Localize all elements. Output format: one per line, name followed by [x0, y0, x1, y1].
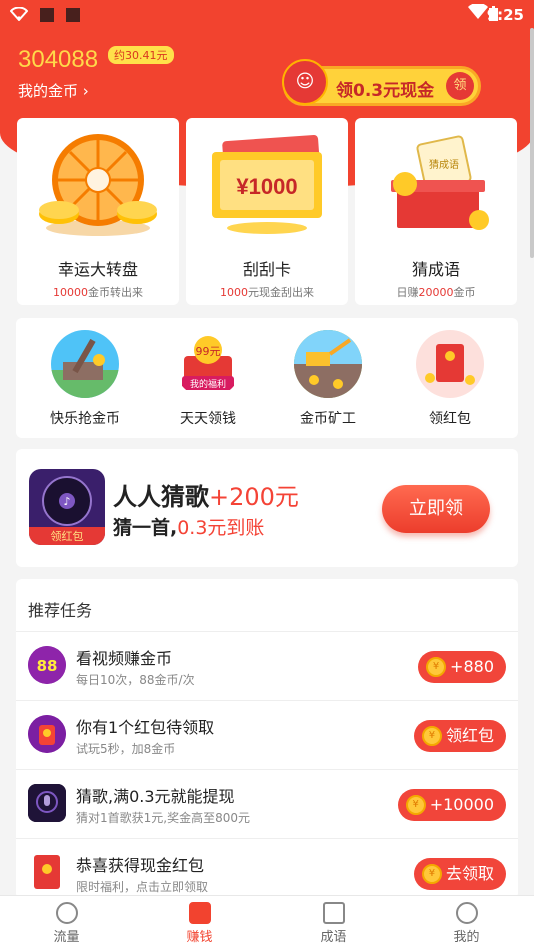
svg-text:88: 88 [37, 657, 58, 675]
bottom-nav: 流量 赚钱 成语 我的 [0, 895, 534, 949]
user-icon [455, 902, 478, 924]
red-envelope-icon [28, 715, 66, 753]
task-name: 猜歌,满0.3元就能提现 [76, 787, 235, 806]
red-packet-icon [416, 330, 484, 398]
coin-balance: 304088 [18, 46, 99, 73]
svg-text:♪: ♪ [63, 495, 70, 508]
coin-value-badge: 约30.41元 [108, 46, 174, 64]
idiom-box-icon: 猜成语 [375, 130, 497, 240]
svg-text:领红包: 领红包 [51, 530, 84, 543]
vinyl-disc-icon: ♪ 领红包 [29, 469, 105, 545]
recommended-tasks: 推荐任务 88 看视频赚金币 每日10次，88金币/次 ¥ +880 你有1个红包… [16, 579, 518, 899]
cash-red-packet-icon [28, 853, 66, 891]
promo-title: 人人猜歌+200元 [113, 483, 299, 511]
shortcut-label: 领红包 [429, 411, 471, 427]
shortcut-red-packet[interactable]: 领红包 [400, 330, 500, 428]
cash-claim-button[interactable]: 领 [446, 72, 474, 100]
game-card-idiom[interactable]: 猜成语 猜成语 日赚20000金币 [355, 118, 517, 305]
mascot-icon: ☺ [282, 59, 328, 105]
task-desc: 限时福利，点击立即领取 [76, 880, 209, 894]
task-action-button[interactable]: ¥ +10000 [397, 789, 506, 821]
promo-subtitle: 猜一首,0.3元到账 [113, 517, 265, 539]
shortcut-grab-coins[interactable]: 快乐抢金币 [35, 330, 135, 428]
task-name: 恭喜获得现金红包 [76, 856, 205, 875]
clock: 9:25 [486, 6, 524, 24]
tab-idiom[interactable]: 成语 [267, 896, 400, 949]
tab-label: 成语 [320, 930, 347, 945]
wifi-icon [9, 6, 29, 25]
tab-label: 我的 [453, 930, 480, 945]
task-action-button[interactable]: ¥ 去领取 [413, 858, 506, 890]
task-row[interactable]: 恭喜获得现金红包 限时福利，点击立即领取 ¥ 去领取 [16, 838, 518, 899]
game-card-scratch[interactable]: ¥1000 刮刮卡 1000元现金刮出来 [186, 118, 348, 305]
svg-text:¥1000: ¥1000 [236, 174, 297, 199]
my-coins-link[interactable]: 我的金币 › [18, 80, 89, 101]
tasks-heading: 推荐任务 [28, 601, 93, 620]
planet-icon [55, 902, 78, 924]
tab-traffic[interactable]: 流量 [0, 896, 133, 949]
task-name: 看视频赚金币 [76, 649, 173, 668]
shortcut-daily-money[interactable]: 99元我的福利 天天领钱 [158, 330, 258, 428]
task-name: 你有1个红包待领取 [76, 718, 215, 737]
coin-icon: ¥ [426, 657, 447, 677]
task-desc: 试玩5秒，加8金币 [76, 742, 176, 756]
game-subtitle: 10000金币转出来 [53, 286, 143, 299]
gold-miner-icon [294, 330, 362, 398]
notification-icon [40, 8, 54, 22]
shortcut-label: 快乐抢金币 [50, 411, 120, 427]
signal-icon [468, 2, 488, 24]
task-action-button[interactable]: ¥ +880 [418, 651, 506, 683]
guess-song-promo[interactable]: ♪ 领红包 人人猜歌+200元 猜一首,0.3元到账 立即领 [16, 449, 518, 567]
video-88-icon: 88 [28, 646, 66, 684]
svg-text:我的福利: 我的福利 [190, 378, 226, 390]
book-icon [322, 902, 345, 924]
svg-text:猜成语: 猜成语 [429, 158, 459, 171]
tab-label: 赚钱 [186, 930, 213, 945]
cash-banner[interactable]: ☺ 领0.3元现金 领 [282, 59, 481, 106]
coin-icon: ¥ [421, 864, 442, 884]
lucky-wheel-icon [37, 130, 159, 240]
shortcut-label: 金币矿工 [300, 411, 356, 427]
game-title: 猜成语 [411, 260, 460, 279]
coin-icon: ¥ [405, 795, 426, 815]
treasure-shovel-icon [51, 330, 119, 398]
svg-text:99元: 99元 [196, 345, 221, 358]
game-title: 刮刮卡 [242, 260, 291, 279]
welfare-gift-icon: 99元我的福利 [174, 330, 242, 398]
task-action-button[interactable]: ¥ 领红包 [413, 720, 506, 752]
game-card-wheel[interactable]: 幸运大转盘 10000金币转出来 [17, 118, 179, 305]
wallet-check-icon [188, 902, 211, 924]
game-subtitle: 日赚20000金币 [396, 286, 476, 299]
scrollbar[interactable] [530, 28, 534, 258]
shortcut-gold-miner[interactable]: 金币矿工 [278, 330, 378, 428]
microphone-icon [28, 784, 66, 822]
task-desc: 猜对1首歌获1元,奖金高至800元 [76, 811, 250, 825]
claim-now-button[interactable]: 立即领 [382, 485, 490, 533]
task-row[interactable]: 猜歌,满0.3元就能提现 猜对1首歌获1元,奖金高至800元 ¥ +10000 [16, 769, 518, 838]
tab-profile[interactable]: 我的 [400, 896, 533, 949]
task-desc: 每日10次，88金币/次 [76, 673, 195, 687]
tab-label: 流量 [53, 930, 80, 945]
game-title: 幸运大转盘 [57, 260, 138, 279]
notification-icon [66, 8, 80, 22]
shortcut-label: 天天领钱 [180, 411, 236, 427]
game-subtitle: 1000元现金刮出来 [220, 286, 314, 299]
scratch-card-icon: ¥1000 [206, 130, 328, 240]
task-row[interactable]: 你有1个红包待领取 试玩5秒，加8金币 ¥ 领红包 [16, 700, 518, 769]
coin-icon: ¥ [421, 726, 442, 746]
shortcut-row: 快乐抢金币 99元我的福利 天天领钱 金币矿工 领红包 [16, 318, 518, 438]
cash-banner-text: 领0.3元现金 [336, 81, 435, 101]
tab-earn[interactable]: 赚钱 [133, 896, 266, 949]
task-row[interactable]: 88 看视频赚金币 每日10次，88金币/次 ¥ +880 [16, 631, 518, 700]
status-bar: 9:25 [0, 0, 534, 30]
